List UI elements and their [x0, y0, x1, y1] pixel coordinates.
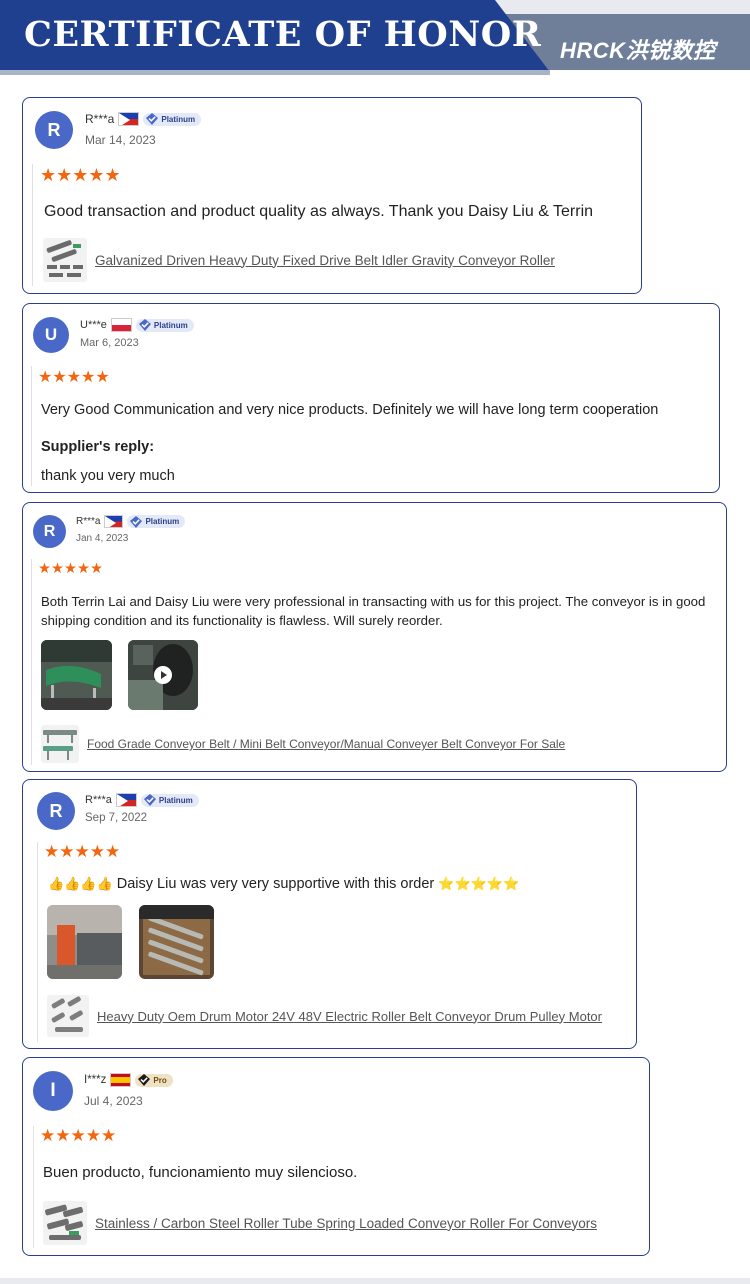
review-date: Jan 4, 2023	[76, 533, 129, 544]
title-banner-shadow	[0, 70, 550, 75]
review-card: R R***a Platinum Jan 4, 2023 ★★★★★ Both …	[22, 502, 727, 772]
platinum-badge: Platinum	[127, 515, 186, 528]
reviewer-name: U***e	[80, 319, 107, 331]
review-card: R R***a Platinum Mar 14, 2023 ★★★★★ Good…	[22, 97, 642, 294]
badge-label: Platinum	[153, 320, 188, 330]
product-name[interactable]: Stainless / Carbon Steel Roller Tube Spr…	[95, 1216, 597, 1231]
product-name[interactable]: Galvanized Driven Heavy Duty Fixed Drive…	[95, 253, 555, 268]
product-thumbnail	[43, 238, 87, 282]
play-icon[interactable]	[154, 666, 172, 684]
flag-spain-icon	[110, 1073, 132, 1087]
review-text-line: 👍👍👍👍 Daisy Liu was very very supportive …	[48, 876, 519, 892]
avatar: U	[33, 317, 69, 353]
product-thumbnail	[47, 995, 89, 1037]
product-name[interactable]: Heavy Duty Oem Drum Motor 24V 48V Electr…	[97, 1009, 602, 1024]
diamond-icon	[143, 794, 156, 806]
diamond-icon	[130, 515, 143, 528]
rating-stars-5: ★★★★★	[44, 842, 121, 861]
flag-philippines-icon	[104, 515, 124, 528]
reviewer-name: I***z	[84, 1074, 107, 1086]
review-text: Both Terrin Lai and Daisy Liu were very …	[41, 594, 706, 628]
review-text: Very Good Communication and very nice pr…	[41, 402, 659, 418]
review-text: Good transaction and product quality as …	[44, 203, 594, 220]
diamond-icon	[146, 113, 159, 125]
pro-badge: Pro	[135, 1073, 173, 1087]
platinum-badge: Platinum	[140, 793, 199, 807]
product-link[interactable]: Stainless / Carbon Steel Roller Tube Spr…	[43, 1201, 597, 1245]
review-date: Mar 14, 2023	[85, 133, 156, 147]
product-link[interactable]: Heavy Duty Oem Drum Motor 24V 48V Electr…	[47, 995, 602, 1037]
avatar: R	[35, 111, 73, 149]
rating-stars-5: ★★★★★	[38, 369, 110, 386]
review-photo[interactable]	[139, 905, 214, 979]
badge-label: Platinum	[145, 517, 180, 526]
review-video[interactable]	[128, 640, 198, 710]
page-title: CERTIFICATE OF HONOR	[24, 14, 542, 55]
product-thumbnail	[41, 725, 79, 763]
supplier-reply-text: thank you very much	[41, 468, 175, 484]
review-card: R R***a Platinum Sep 7, 2022 ★★★★★ 👍👍👍👍 …	[22, 779, 637, 1049]
review-photo[interactable]	[41, 640, 112, 710]
rating-stars-5: ★★★★★	[40, 165, 121, 185]
product-thumbnail	[43, 1201, 87, 1245]
product-link[interactable]: Food Grade Conveyor Belt / Mini Belt Con…	[41, 725, 565, 763]
flag-poland-icon	[110, 318, 132, 332]
rating-stars-5: ★★★★★	[38, 561, 103, 577]
brand-logo: HRCK洪锐数控	[560, 38, 716, 63]
platinum-badge: Platinum	[143, 112, 202, 126]
reviewer-info: I***z Pro	[84, 1073, 173, 1087]
reviewer-info: R***a Platinum	[85, 112, 202, 126]
badge-label: Pro	[153, 1075, 167, 1085]
reviewer-name: R***a	[76, 516, 101, 527]
flag-philippines-icon	[115, 793, 137, 807]
review-photo[interactable]	[47, 905, 122, 979]
divider	[31, 366, 32, 486]
avatar: R	[33, 515, 66, 548]
review-date: Jul 4, 2023	[84, 1094, 143, 1108]
avatar: I	[33, 1071, 73, 1111]
reviewer-name: R***a	[85, 794, 112, 806]
supplier-reply-title: Supplier's reply:	[41, 439, 155, 455]
diamond-icon	[138, 319, 151, 331]
divider	[37, 842, 38, 1042]
review-text: Daisy Liu was very very supportive with …	[116, 876, 435, 892]
diamond-icon	[138, 1074, 151, 1086]
review-date: Mar 6, 2023	[80, 337, 139, 349]
review-card: I I***z Pro Jul 4, 2023 ★★★★★ Buen produ…	[22, 1057, 650, 1256]
star-emoji-icons: ⭐⭐⭐⭐⭐	[438, 876, 520, 891]
divider	[31, 559, 32, 765]
review-text: Buen producto, funcionamiento muy silenc…	[43, 1164, 358, 1181]
rating-stars-5: ★★★★★	[40, 1126, 117, 1145]
product-name[interactable]: Food Grade Conveyor Belt / Mini Belt Con…	[87, 737, 565, 751]
platinum-badge: Platinum	[135, 318, 194, 332]
reviewer-info: R***a Platinum	[85, 793, 199, 807]
badge-label: Platinum	[158, 795, 193, 805]
review-card: U U***e Platinum Mar 6, 2023 ★★★★★ Very …	[22, 303, 720, 493]
divider	[32, 164, 33, 286]
review-date: Sep 7, 2022	[85, 812, 148, 824]
product-link[interactable]: Galvanized Driven Heavy Duty Fixed Drive…	[43, 238, 555, 282]
reviewer-info: U***e Platinum	[80, 318, 194, 332]
reviewer-info: R***a Platinum	[76, 515, 186, 528]
reviewer-name: R***a	[85, 112, 115, 126]
flag-philippines-icon	[118, 112, 140, 126]
avatar: R	[37, 792, 75, 830]
footer-divider	[0, 1278, 750, 1284]
divider	[33, 1126, 34, 1248]
thumbs-up-icons: 👍👍👍👍	[48, 876, 113, 891]
badge-label: Platinum	[161, 114, 196, 124]
page-header: CERTIFICATE OF HONOR HRCK洪锐数控	[0, 0, 750, 76]
